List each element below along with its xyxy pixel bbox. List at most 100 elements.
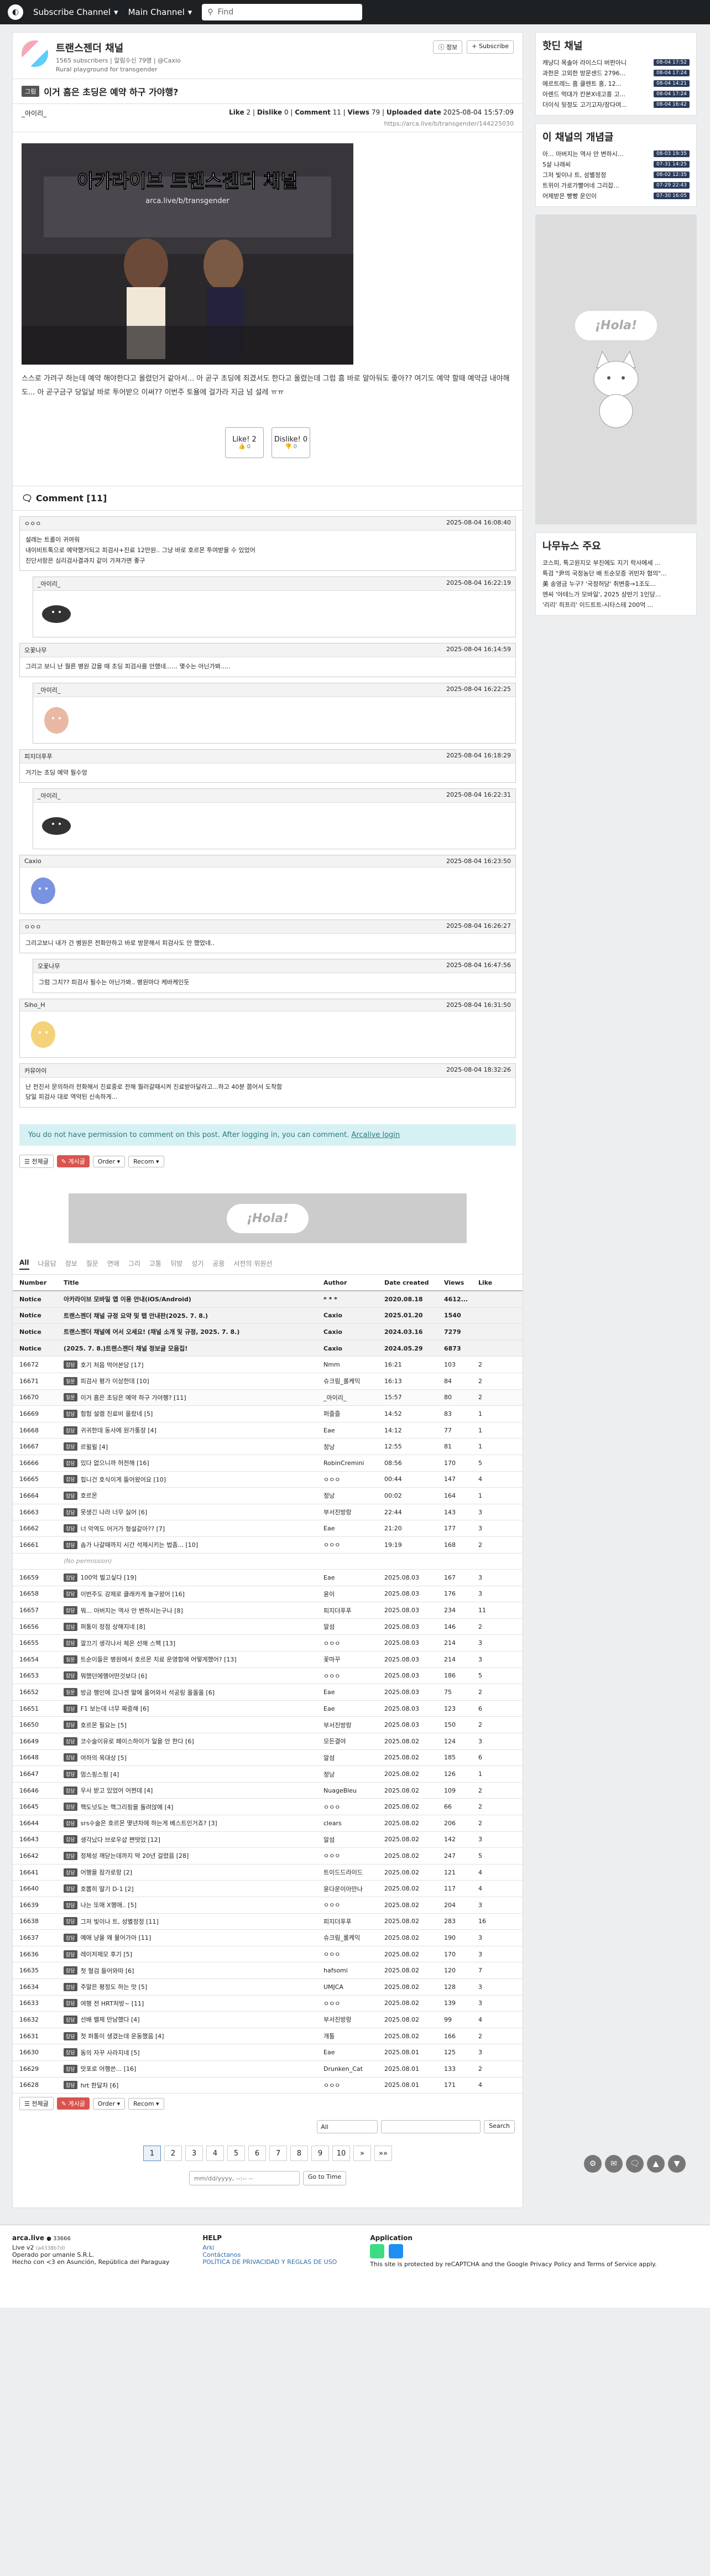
row-title-cell[interactable]: 잡담 첫 퍼통이 생겼는데 운동했음 [4] <box>64 2032 323 2040</box>
recom-select-bottom[interactable]: Recom ▾ <box>128 2097 164 2110</box>
page-2[interactable]: 2 <box>164 2146 182 2162</box>
row-title[interactable]: 예애 냥을 왜 물어가아 [11] <box>81 1933 152 1942</box>
row-author[interactable]: 정낭 <box>323 1770 384 1779</box>
row-title-cell[interactable]: 잡담 100억 벌고싶다 [19] <box>64 1573 323 1582</box>
table-row[interactable]: 16646 잡담 우사 받고 있었어 어쩐데 [4] NuageBleu 2025.08… <box>13 1783 523 1799</box>
row-title-cell[interactable]: 잡담 그저 빛이나 트, 성별정정 [11] <box>64 1917 323 1926</box>
row-title[interactable]: 선배 밸제 만남했다 [4] <box>81 2015 140 2024</box>
table-row[interactable]: 16666 잡담 있다 없으니까 허전해 [16] RobinCremini 08:56… <box>13 1455 523 1472</box>
row-title-cell[interactable]: 잡담 나는 또애 X행애.. [5] <box>64 1900 323 1909</box>
row-title[interactable]: 생각났다 브로우샵 쪈떳었 [12] <box>81 1835 160 1844</box>
row-title-cell[interactable]: 잡담 귀귀한데 동사에 원가통장 [4] <box>64 1426 323 1435</box>
row-author[interactable]: ㅇㅇㅇ <box>323 2081 384 2090</box>
table-row[interactable]: 16668 잡담 귀귀한데 동사에 원가통장 [4] Eae 14:12 77 1 <box>13 1422 523 1439</box>
table-row[interactable]: 16672 잡담 호기 처음 먹어본당 [17] Nmm 16:21 103 2 <box>13 1357 523 1373</box>
sidebar-item-title[interactable]: 아렌드 먹대가 칸본X네고흥 고... <box>542 90 653 98</box>
sidebar-item-title[interactable]: 트위이 가로가빨어네 그리잡... <box>542 181 653 190</box>
channel-info-button[interactable]: ⓘ 정보 <box>433 40 463 54</box>
row-title-cell[interactable]: 트랜스젠더 채널 규정 요약 및 탭 안내판(2025. 7. 8.) <box>64 1311 323 1320</box>
table-row[interactable]: 16652 질문 방금 행인에 갔나겐 딸에 올어와서 석공링 올올올 [6] Eae… <box>13 1684 523 1701</box>
table-row[interactable]: 16651 잡담 F1 보는데 너무 짜증해 [6] Eae 2025.08.03 123… <box>13 1701 523 1717</box>
row-title[interactable]: 피검사 평가 이상한데 [10] <box>81 1377 149 1385</box>
row-author[interactable]: 부서진방랑 <box>323 1508 384 1516</box>
row-title[interactable]: 르윌윌 [4] <box>81 1442 108 1451</box>
table-row[interactable]: 16665 잡담 힙니건 호식이게 들어왔어요 [10] ㅇㅇㅇ 00:44 147 4 <box>13 1472 523 1488</box>
footer-link-privacy[interactable]: POLÍTICA DE PRIVACIDAD Y REGLAS DE USO <box>202 2258 337 2266</box>
row-title-cell[interactable]: 잡담 어행을 잠가로랑 [2] <box>64 1868 323 1877</box>
page-9[interactable]: 9 <box>311 2146 329 2162</box>
row-author[interactable]: ㅇㅇㅇ <box>323 1475 384 1484</box>
footer-link-contact[interactable]: Contáctanos <box>202 2251 337 2258</box>
page-7[interactable]: 7 <box>269 2146 287 2162</box>
comment-author[interactable]: 커뮤아이 <box>24 1066 46 1075</box>
table-row[interactable]: 16671 질문 피검사 평가 이상한데 [10] 슈크림_롤케익 16:13 84 2 <box>13 1373 523 1390</box>
row-author[interactable]: ㅇㅇㅇ <box>323 1900 384 1909</box>
page-1[interactable]: 1 <box>143 2146 161 2162</box>
site-logo[interactable]: ◐ <box>8 4 23 20</box>
row-title[interactable]: (No permission) <box>64 1557 112 1565</box>
article-image[interactable]: 아카라이브 트랜스젠더 채널 arca.live/b/transgender <box>22 143 353 365</box>
table-row[interactable]: 16645 잡담 핵도넛도는 핵그리핑을 돌려앉에 [4] ㅇㅇㅇ 2025.08.02… <box>13 1799 523 1815</box>
row-author[interactable]: ㅇㅇㅇ <box>323 1540 384 1549</box>
row-title[interactable]: 이번주도 강제로 클래카게 놀구왔어 [16] <box>81 1590 185 1598</box>
page-8[interactable]: 8 <box>290 2146 308 2162</box>
page-5[interactable]: 5 <box>227 2146 245 2162</box>
tab-2[interactable]: 정보 <box>65 1259 77 1270</box>
row-title-cell[interactable]: 잡담 르윌윌 [4] <box>64 1442 323 1451</box>
news-item-title[interactable]: 엔씨 '아테느가 모바일', 2025 상반기 1인당... <box>542 590 690 599</box>
article-url[interactable]: https://arca.live/b/transgender/14422503… <box>13 120 523 132</box>
row-author[interactable]: 피지더푸푸 <box>323 1917 384 1926</box>
search-input[interactable]: ⚲ Find <box>202 4 363 20</box>
row-title[interactable]: (2025. 7. 8.)트랜스젠더 채널 정보글 모음집! <box>64 1344 187 1353</box>
tab-9[interactable]: 공용 <box>212 1259 225 1270</box>
table-row[interactable]: 16640 잡담 호뽑히 딸기 D-1 [2] 윤다운이아만나 2025.08.02 11… <box>13 1881 523 1897</box>
row-author[interactable]: Eae <box>323 1525 384 1532</box>
news-item-title[interactable]: 특검 "尹의 국정농단 배 트순모증 귀빈자 혐의"... <box>542 569 690 578</box>
row-title[interactable]: 멈스핑스핑 [4] <box>81 1770 119 1779</box>
news-item[interactable]: 코스피, 특고원지오 부진에도 지기 락사에세 ... <box>542 557 690 568</box>
comment-author[interactable]: Caxio <box>24 858 41 865</box>
sidebar-item-title[interactable]: 아... 아버지는 역사 안 변하시... <box>542 149 653 158</box>
table-row[interactable]: 16661 잡담 솜가 나갈때까지 시간 석제시키는 법좀... [10] ㅇㅇㅇ 19… <box>13 1537 523 1554</box>
row-title[interactable]: 주말은 평정도 하는 맛 [5] <box>81 1982 148 1991</box>
main-channel-menu[interactable]: Main Channel ▾ <box>128 7 192 17</box>
row-title[interactable]: 뭐... 아버지는 역사 안 변하시는구나 [8] <box>81 1606 183 1615</box>
row-title[interactable]: 트랜스젠더 채널 규정 요약 및 탭 안내판(2025. 7. 8.) <box>64 1311 208 1320</box>
row-author[interactable]: 윤다운이아만나 <box>323 1884 384 1893</box>
row-title-cell[interactable]: 잡담 깔끄기 생각나서 체온 선해 스팩 [13] <box>64 1639 323 1648</box>
table-row[interactable]: Notice (2025. 7. 8.)트랜스젠더 채널 정보글 모음집! Caxi… <box>13 1340 523 1357</box>
row-author[interactable]: 알섬 <box>323 1622 384 1631</box>
sidebar-item[interactable]: 트위이 가로가빨어네 그리잡... 07-29 22:43 <box>542 180 690 190</box>
order-select-bottom[interactable]: Order ▾ <box>92 2097 126 2110</box>
row-title-cell[interactable]: 잡담 선배 밸제 만남했다 [4] <box>64 2015 323 2024</box>
row-author[interactable]: ㅇㅇㅇ <box>323 1803 384 1811</box>
table-row[interactable]: 16670 질문 이거 흠은 초딩은 예약 하구 가야행? [11] _아이리_ 15:… <box>13 1389 523 1406</box>
row-title[interactable]: 퍼통이 정점 상해지네 [8] <box>81 1622 145 1631</box>
dislike-button[interactable]: Dislike! 0 👎 0 <box>272 427 310 459</box>
row-title[interactable]: 호뽑히 딸기 D-1 [2] <box>81 1884 134 1893</box>
table-row[interactable]: 16664 잡담 호르몬 정낭 00:02 164 1 <box>13 1488 523 1504</box>
row-title[interactable]: 첫 퍼통이 생겼는데 운동했음 [4] <box>81 2032 164 2040</box>
tab-0[interactable]: All <box>19 1259 29 1270</box>
table-row[interactable]: 16635 잡담 첫 혈검 들어와따 [6] hafsomi 2025.08.02 120… <box>13 1962 523 1979</box>
row-title-cell[interactable]: 잡담 동의 자꾸 사라지네 [5] <box>64 2048 323 2057</box>
table-row[interactable]: 16638 잡담 그저 빛이나 트, 성별정정 [11] 피지더푸푸 2025.08.0… <box>13 1914 523 1930</box>
row-title-cell[interactable]: 잡담 정체성 깨닫는데까지 딱 20년 걸렸음 [28] <box>64 1851 323 1860</box>
page-3[interactable]: 3 <box>185 2146 203 2162</box>
row-title-cell[interactable]: 잡담 코수술이유로 페이스하이가 일을 안 한다 [6] <box>64 1737 323 1746</box>
sidebar-item[interactable]: 아... 아버지는 역사 안 변하시... 08-03 19:35 <box>542 148 690 159</box>
row-author[interactable]: RobinCremini <box>323 1460 384 1467</box>
tab-1[interactable]: 나음담 <box>38 1259 56 1270</box>
row-title-cell[interactable]: 잡담 첫 혈검 들어와따 [6] <box>64 1966 323 1975</box>
table-row[interactable]: 16643 잡담 생각났다 브로우샵 쪈떳었 [12] 알섬 2025.08.02 142… <box>13 1832 523 1848</box>
row-author[interactable]: clears <box>323 1820 384 1827</box>
row-title[interactable]: 호르몬 필요는 [5] <box>81 1721 127 1730</box>
table-row[interactable]: 16644 잡담 srs수술은 호르몬 몇년차에 하는게 베스트인거죠? [3] cl… <box>13 1815 523 1832</box>
row-title-cell[interactable]: 잡담 있다 없으니까 허전해 [16] <box>64 1458 323 1467</box>
row-title[interactable]: 100억 벌고싶다 [19] <box>81 1573 137 1582</box>
subscribe-channel-menu[interactable]: Subscribe Channel ▾ <box>33 7 118 17</box>
row-author[interactable]: 모든결야 <box>323 1737 384 1746</box>
row-title-cell[interactable]: 잡담 호기 처음 먹어본당 [17] <box>64 1360 323 1369</box>
row-title-cell[interactable]: 질문 트순이들은 병원에서 호르몬 치료 운영함에 어떻게했어? [13] <box>64 1655 323 1664</box>
row-author[interactable]: ㅇㅇㅇ <box>323 1950 384 1959</box>
